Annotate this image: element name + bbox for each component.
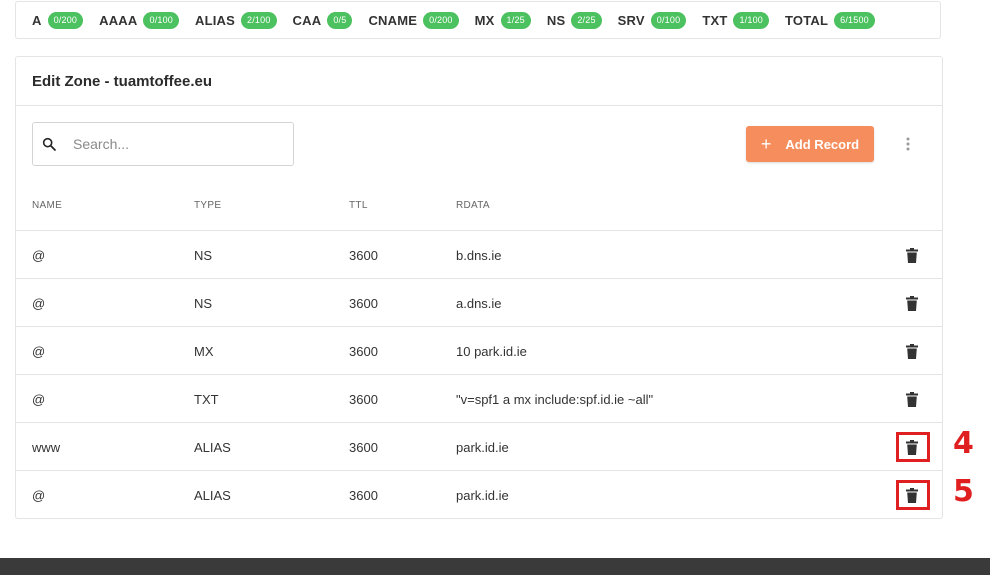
edit-zone-card: Edit Zone - tuamtoffee.eu + Add Record N… [15, 56, 943, 519]
quota-label: TXT [702, 12, 728, 28]
quota-cname: CNAME 0/200 [368, 11, 459, 29]
cell-name: @ [32, 344, 46, 359]
trash-icon [906, 247, 918, 263]
quota-srv: SRV 0/100 [617, 11, 687, 29]
quota-alias: ALIAS 2/100 [195, 11, 277, 29]
cell-type: NS [194, 248, 213, 263]
column-header-name[interactable]: NAME [32, 200, 62, 211]
cell-type: ALIAS [194, 440, 231, 455]
quota-badge: 0/200 [423, 11, 459, 29]
delete-record-button[interactable] [902, 341, 922, 361]
delete-record-button[interactable] [902, 293, 922, 313]
cell-ttl: 3600 [349, 248, 378, 263]
cell-type: ALIAS [194, 488, 231, 503]
cell-ttl: 3600 [349, 440, 378, 455]
quota-badge: 0/5 [327, 11, 353, 29]
quota-label: MX [474, 12, 495, 28]
cell-type: TXT [194, 392, 219, 407]
quota-label: ALIAS [195, 12, 236, 28]
table-row: @ TXT 3600 "v=spf1 a mx include:spf.id.i… [16, 375, 942, 423]
cell-rdata: a.dns.ie [456, 296, 502, 311]
search-input[interactable] [71, 135, 275, 153]
cell-name: @ [32, 488, 46, 503]
plus-icon: + [760, 134, 772, 154]
search-box[interactable] [32, 122, 294, 166]
quota-mx: MX 1/25 [474, 11, 531, 29]
quota-a: A 0/200 [32, 11, 84, 29]
quota-txt: TXT 1/100 [702, 11, 769, 29]
annotation-number: 5 [953, 474, 974, 509]
record-quota-bar: A 0/200 AAAA 0/100 ALIAS 2/100 CAA 0/5 C… [15, 1, 941, 39]
add-record-button[interactable]: + Add Record [746, 126, 874, 162]
table-header: NAME TYPE TTL RDATA [16, 183, 942, 231]
column-header-rdata[interactable]: RDATA [456, 200, 490, 211]
cell-rdata: park.id.ie [456, 488, 509, 503]
quota-total: TOTAL 6/1500 [785, 11, 875, 29]
cell-type: NS [194, 296, 213, 311]
cell-name: www [32, 440, 61, 455]
page-title: Edit Zone - tuamtoffee.eu [32, 72, 212, 90]
add-record-label: Add Record [785, 136, 860, 152]
quota-badge: 2/25 [571, 11, 602, 29]
cell-ttl: 3600 [349, 392, 378, 407]
quota-label: TOTAL [785, 12, 829, 28]
quota-label: CAA [292, 12, 322, 28]
cell-name: @ [32, 248, 46, 263]
table-row: @ MX 3600 10 park.id.ie [16, 327, 942, 375]
trash-icon [906, 343, 918, 359]
footer-bar [0, 558, 990, 575]
cell-rdata: b.dns.ie [456, 248, 502, 263]
table-row: @ NS 3600 b.dns.ie [16, 231, 942, 279]
cell-ttl: 3600 [349, 296, 378, 311]
quota-aaaa: AAAA 0/100 [99, 11, 180, 29]
quota-badge: 6/1500 [834, 11, 875, 29]
quota-caa: CAA 0/5 [292, 11, 353, 29]
quota-badge: 0/200 [47, 11, 84, 29]
annotation-highlight-box [896, 480, 930, 510]
cell-rdata: park.id.ie [456, 440, 509, 455]
quota-label: CNAME [368, 12, 418, 28]
quota-label: SRV [617, 12, 645, 28]
quota-badge: 0/100 [143, 11, 180, 29]
more-vert-icon [906, 137, 910, 151]
delete-record-button[interactable] [902, 389, 922, 409]
table-row: @ ALIAS 3600 park.id.ie [16, 471, 942, 519]
quota-ns: NS 2/25 [546, 11, 602, 29]
column-header-type[interactable]: TYPE [194, 200, 221, 211]
trash-icon [906, 391, 918, 407]
cell-name: @ [32, 296, 46, 311]
quota-badge: 2/100 [241, 11, 277, 29]
delete-record-button[interactable] [902, 245, 922, 265]
quota-badge: 1/25 [500, 11, 531, 29]
cell-ttl: 3600 [349, 344, 378, 359]
cell-rdata: 10 park.id.ie [456, 344, 527, 359]
search-icon [42, 137, 56, 151]
table-row: www ALIAS 3600 park.id.ie [16, 423, 942, 471]
card-header: Edit Zone - tuamtoffee.eu [16, 57, 942, 106]
cell-name: @ [32, 392, 46, 407]
quota-label: NS [546, 12, 566, 28]
quota-badge: 0/100 [650, 11, 687, 29]
annotation-number: 4 [953, 426, 974, 461]
cell-ttl: 3600 [349, 488, 378, 503]
quota-label: AAAA [99, 12, 138, 28]
cell-type: MX [194, 344, 214, 359]
table-row: @ NS 3600 a.dns.ie [16, 279, 942, 327]
more-options-button[interactable] [900, 134, 916, 154]
quota-label: A [32, 12, 42, 28]
annotation-highlight-box [896, 432, 930, 462]
quota-badge: 1/100 [733, 11, 769, 29]
cell-rdata: "v=spf1 a mx include:spf.id.ie ~all" [456, 392, 654, 407]
trash-icon [906, 295, 918, 311]
column-header-ttl[interactable]: TTL [349, 200, 368, 211]
